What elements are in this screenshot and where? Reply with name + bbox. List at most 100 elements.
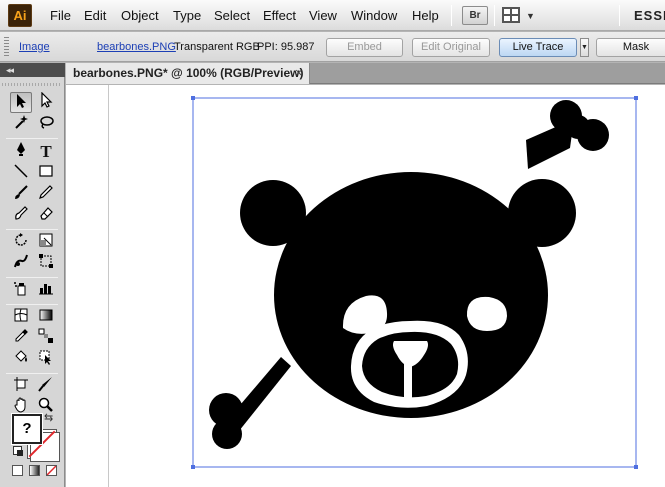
type-tool[interactable]: T xyxy=(35,141,57,162)
selection-arrow-icon xyxy=(17,94,26,108)
live-paint-selection-tool[interactable] xyxy=(35,349,57,370)
tools-panel-header[interactable]: ◂◂ xyxy=(0,63,65,77)
document-tab[interactable]: bearbones.PNG* @ 100% (RGB/Preview) × xyxy=(66,63,310,84)
line-segment-tool[interactable] xyxy=(10,163,32,184)
pencil-tool[interactable] xyxy=(35,184,57,205)
rectangle-icon xyxy=(39,165,53,177)
blob-brush-tool[interactable] xyxy=(10,205,32,226)
menu-select[interactable]: Select xyxy=(214,8,250,23)
pencil-icon xyxy=(39,185,53,199)
menu-window[interactable]: Window xyxy=(351,8,397,23)
symbol-sprayer-icon xyxy=(14,282,26,296)
selection-handle[interactable] xyxy=(634,465,638,469)
hand-icon xyxy=(14,397,26,413)
embed-button[interactable]: Embed xyxy=(326,38,403,57)
blob-brush-icon xyxy=(15,206,28,220)
warp-tool[interactable] xyxy=(10,253,32,274)
tools-divider xyxy=(6,229,58,230)
eyedropper-icon xyxy=(15,329,28,342)
tools-panel: T ? ⇆ xyxy=(0,77,65,487)
color-mode-icon[interactable] xyxy=(12,465,23,476)
gradient-icon xyxy=(39,309,53,321)
paint-bucket-icon xyxy=(15,350,27,362)
menu-bar: Ai File Edit Object Type Select Effect V… xyxy=(0,0,665,31)
mesh-icon xyxy=(14,308,28,322)
color-mode-label: Transparent RGB xyxy=(174,41,260,53)
selection-tool[interactable] xyxy=(10,92,32,113)
menu-file[interactable]: File xyxy=(50,8,71,23)
menu-object[interactable]: Object xyxy=(121,8,159,23)
column-graph-tool[interactable] xyxy=(35,280,57,301)
menu-separator xyxy=(619,5,620,26)
pen-icon xyxy=(17,142,25,156)
tracing-presets-dropdown[interactable]: ▼ xyxy=(580,38,589,57)
symbol-sprayer-tool[interactable] xyxy=(10,280,32,301)
edit-original-button[interactable]: Edit Original xyxy=(412,38,490,57)
artwork[interactable] xyxy=(66,85,665,487)
tools-divider xyxy=(6,373,58,374)
direct-selection-tool[interactable] xyxy=(35,91,57,113)
paintbrush-tool[interactable] xyxy=(10,184,32,205)
control-bar: Image bearbones.PNG Transparent RGB PPI:… xyxy=(0,32,665,62)
eraser-icon xyxy=(40,207,53,220)
none-slash-icon xyxy=(47,466,56,475)
rotate-icon xyxy=(15,233,27,246)
chevron-down-icon: ▼ xyxy=(526,11,535,21)
selection-handle[interactable] xyxy=(191,465,195,469)
tools-divider xyxy=(6,304,58,305)
blend-icon xyxy=(38,328,53,343)
scale-tool[interactable] xyxy=(35,232,57,253)
menu-type[interactable]: Type xyxy=(173,8,201,23)
eraser-tool[interactable] xyxy=(35,205,57,226)
mask-button[interactable]: Mask xyxy=(596,38,665,57)
pen-tool[interactable] xyxy=(10,141,32,162)
selection-handle[interactable] xyxy=(634,96,638,100)
column-graph-icon xyxy=(39,284,53,295)
arrange-grid-icon xyxy=(502,7,520,23)
panel-grip-icon[interactable] xyxy=(4,37,9,57)
ppi-label: PPI: 95.987 xyxy=(257,41,315,53)
magic-wand-tool[interactable] xyxy=(10,114,32,135)
fill-swatch[interactable]: ? xyxy=(11,413,43,445)
rotate-tool[interactable] xyxy=(10,232,32,253)
artboard-icon xyxy=(14,377,28,391)
close-icon[interactable]: × xyxy=(295,65,303,80)
go-to-bridge-button[interactable]: Br xyxy=(462,6,488,25)
swap-fill-stroke-icon[interactable]: ⇆ xyxy=(44,411,53,424)
gradient-tool[interactable] xyxy=(35,307,57,328)
direct-selection-arrow-icon xyxy=(41,91,53,108)
default-fill-stroke-icon[interactable] xyxy=(13,446,23,456)
mesh-tool[interactable] xyxy=(10,307,32,328)
slice-knife-icon xyxy=(38,377,52,392)
eyedropper-tool[interactable] xyxy=(10,328,32,349)
lasso-tool[interactable] xyxy=(35,114,57,135)
menu-effect[interactable]: Effect xyxy=(263,8,296,23)
arrange-documents-button[interactable]: ▼ xyxy=(502,6,538,25)
type-t-icon: T xyxy=(40,142,52,161)
bear-head xyxy=(240,172,576,418)
blend-tool[interactable] xyxy=(35,328,57,349)
linked-file-name[interactable]: bearbones.PNG xyxy=(97,41,176,53)
collapse-panel-icon[interactable]: ◂◂ xyxy=(6,63,14,77)
lasso-icon xyxy=(40,116,54,129)
free-transform-icon xyxy=(39,254,53,268)
slice-tool[interactable] xyxy=(35,376,57,397)
menu-separator xyxy=(494,5,495,26)
tools-grip[interactable] xyxy=(2,83,62,86)
menu-help[interactable]: Help xyxy=(412,8,439,23)
rectangle-tool[interactable] xyxy=(35,163,57,184)
live-trace-button[interactable]: Live Trace xyxy=(499,38,577,57)
object-type-link[interactable]: Image xyxy=(19,41,50,53)
menu-view[interactable]: View xyxy=(309,8,337,23)
artboard-tool[interactable] xyxy=(10,376,32,397)
live-paint-selection-icon xyxy=(39,350,51,365)
free-transform-tool[interactable] xyxy=(35,253,57,274)
workspace-switcher[interactable]: ESSEN xyxy=(634,8,665,23)
selection-handle[interactable] xyxy=(191,96,195,100)
live-paint-bucket-tool[interactable] xyxy=(10,349,32,370)
menu-edit[interactable]: Edit xyxy=(84,8,106,23)
none-mode-icon[interactable] xyxy=(46,465,57,476)
gradient-mode-icon[interactable] xyxy=(29,465,40,476)
illustrator-logo-icon: Ai xyxy=(8,4,32,27)
tools-divider xyxy=(6,138,58,139)
